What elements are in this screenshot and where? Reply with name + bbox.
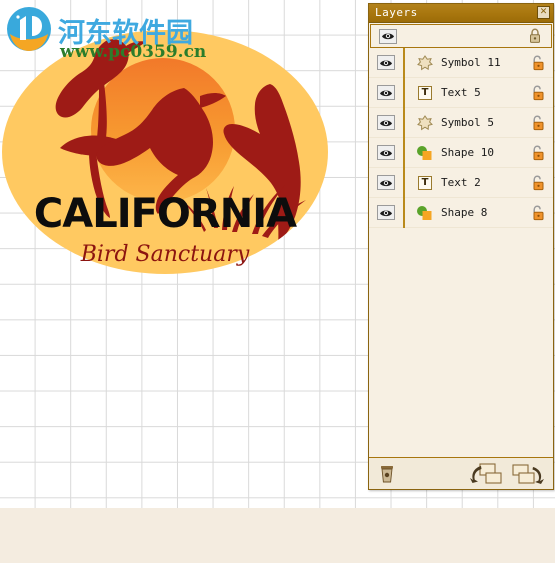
layer-visibility-toggle[interactable]: [369, 145, 403, 160]
shape-icon: [417, 145, 432, 160]
layer-row[interactable]: Shape 8: [369, 197, 553, 228]
layer-name-label[interactable]: Shape 10: [439, 146, 521, 159]
lock-open-icon: [532, 175, 543, 190]
lock-open-icon: [532, 115, 543, 130]
eye-icon: [382, 33, 394, 40]
layer-visibility-toggle[interactable]: [369, 175, 403, 190]
eye-icon-box[interactable]: [377, 205, 395, 220]
layer-visibility-toggle[interactable]: [369, 55, 403, 70]
lock-open-icon: [532, 55, 543, 70]
layer-indent-rail: [403, 197, 405, 228]
eye-icon-box[interactable]: [377, 175, 395, 190]
close-icon[interactable]: ✕: [537, 6, 550, 19]
group-button[interactable]: [469, 462, 503, 486]
logo-subtitle: Bird Sanctuary: [80, 242, 250, 267]
text-icon: T: [418, 175, 432, 190]
layer-visibility-toggle[interactable]: [369, 115, 403, 130]
layer-indent-rail: [403, 107, 405, 138]
eye-icon-box[interactable]: [379, 28, 397, 44]
layers-panel[interactable]: Layers ✕ Symbol 11 T Text 5 Symbol 5 Shape 1…: [368, 3, 554, 490]
layer-name-label[interactable]: Text 2: [439, 176, 521, 189]
shape-icon: [417, 205, 432, 220]
layer-name-label[interactable]: Symbol 5: [439, 116, 521, 129]
lock-open-icon: [532, 205, 543, 220]
layer-type-icon: [411, 205, 439, 221]
layer-visibility-toggle[interactable]: [371, 28, 405, 44]
ungroup-button[interactable]: [511, 462, 545, 486]
layer-lock-open-toggle[interactable]: [521, 175, 553, 191]
layers-panel-titlebar[interactable]: Layers ✕: [369, 4, 553, 23]
ungroup-icon: [512, 463, 544, 484]
layer-type-icon: T: [411, 85, 439, 100]
layer-type-icon: T: [411, 175, 439, 190]
layer-indent-rail: [403, 137, 405, 168]
text-icon: T: [418, 85, 432, 100]
group-icon: [470, 462, 502, 484]
eye-icon: [380, 210, 392, 216]
layer-row[interactable]: T Text 2: [369, 167, 553, 198]
layer-indent-rail: [403, 167, 405, 198]
layer-lock-open-toggle[interactable]: [521, 205, 553, 221]
symbol-icon: [417, 54, 433, 70]
layer-visibility-toggle[interactable]: [369, 205, 403, 220]
lock-closed-icon: [530, 28, 540, 43]
layers-panel-footer: [369, 457, 553, 489]
layer-lock-open-toggle[interactable]: [521, 55, 553, 71]
eye-icon-box[interactable]: [377, 85, 395, 100]
symbol-icon: [417, 114, 433, 130]
layer-indent-rail: [403, 47, 405, 78]
layer-row[interactable]: Symbol 5: [369, 107, 553, 138]
eye-icon: [380, 180, 392, 186]
eye-icon: [380, 90, 392, 96]
canvas-footer-strip: [0, 508, 555, 563]
layer-lock-open-toggle[interactable]: [521, 145, 553, 161]
eye-icon: [380, 150, 392, 156]
app-window: CALIFORNIA Bird Sanctuary 河东软件园 www.pc03…: [0, 0, 555, 563]
layer-name-label[interactable]: Shape 8: [439, 206, 521, 219]
layer-lock-open-toggle[interactable]: [521, 85, 553, 101]
logo-artwork[interactable]: CALIFORNIA Bird Sanctuary: [0, 20, 340, 300]
layer-lock-open-toggle[interactable]: [521, 115, 553, 131]
layer-indent-rail: [403, 77, 405, 108]
layer-lock-closed-toggle[interactable]: [519, 28, 551, 44]
layer-type-icon: [411, 54, 439, 71]
logo-title: CALIFORNIA: [34, 191, 297, 237]
layer-row[interactable]: T Text 5: [369, 77, 553, 108]
layer-row[interactable]: Symbol 11: [369, 47, 553, 78]
eye-icon-box[interactable]: [377, 145, 395, 160]
panel-title: Layers: [375, 6, 418, 19]
layer-type-icon: [411, 114, 439, 131]
layer-row[interactable]: [370, 24, 552, 48]
lock-open-icon: [532, 145, 543, 160]
eye-icon: [380, 60, 392, 66]
layers-list[interactable]: Symbol 11 T Text 5 Symbol 5 Shape 10 T Text 2 S…: [369, 23, 553, 457]
layer-name-label[interactable]: Text 5: [439, 86, 521, 99]
lock-open-icon: [532, 85, 543, 100]
eye-icon-box[interactable]: [377, 55, 395, 70]
delete-layer-button[interactable]: [379, 465, 395, 483]
eye-icon-box[interactable]: [377, 115, 395, 130]
layer-row[interactable]: Shape 10: [369, 137, 553, 168]
layer-visibility-toggle[interactable]: [369, 85, 403, 100]
trash-icon: [381, 465, 393, 482]
layer-type-icon: [411, 145, 439, 161]
eye-icon: [380, 120, 392, 126]
layer-name-label[interactable]: Symbol 11: [439, 56, 521, 69]
